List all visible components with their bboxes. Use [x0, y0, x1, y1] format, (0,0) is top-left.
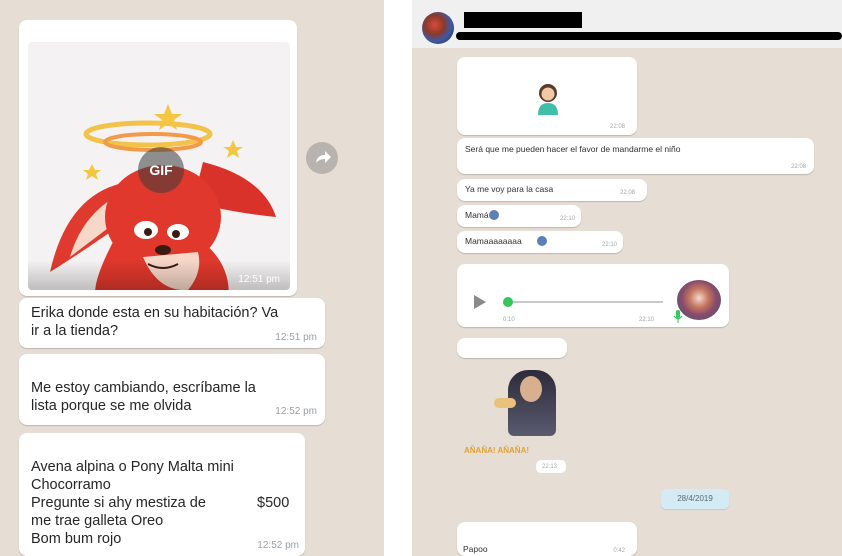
- message-bubble-mamaaa[interactable]: Mamaaaaaaaa 22:10: [457, 231, 623, 253]
- message-text: Mamá: [465, 210, 489, 220]
- gif-message-bubble[interactable]: GIF 12:51 pm: [19, 20, 297, 296]
- message-text: Mamaaaaaaaa: [465, 236, 522, 246]
- gif-time: 12:51 pm: [238, 274, 280, 285]
- contact-status-redacted: [456, 32, 842, 40]
- empty-message-bubble[interactable]: [457, 338, 567, 358]
- message-price: $500: [257, 495, 290, 511]
- crying-emoji-icon: [537, 236, 547, 246]
- contact-name-redacted: [464, 12, 582, 28]
- forward-button[interactable]: [306, 142, 338, 174]
- voice-elapsed: 0:10: [503, 317, 515, 323]
- play-icon[interactable]: [471, 293, 489, 311]
- message-time: 12:51 pm: [275, 332, 317, 343]
- person-face: [520, 376, 542, 402]
- message-time: 22:10: [639, 317, 655, 323]
- message-time: 22:10: [601, 242, 617, 248]
- date-chip-label: 28/4/2019: [677, 494, 713, 503]
- chat-header[interactable]: [412, 0, 842, 48]
- message-text: Avena alpina o Pony Malta mini Chocorram…: [31, 459, 234, 547]
- crying-emoji-icon: [489, 210, 499, 220]
- message-bubble-1[interactable]: Erika donde esta en su habitación? Va ir…: [19, 298, 325, 348]
- gif-preview[interactable]: GIF 12:51 pm: [28, 42, 290, 290]
- message-bubble-casa[interactable]: Ya me voy para la casa 22:08: [457, 179, 647, 201]
- photo-time: 22:13: [542, 464, 558, 470]
- message-time: 22:08: [790, 164, 806, 170]
- voice-progress-handle[interactable]: [503, 297, 513, 307]
- message-time: 22:08: [609, 124, 625, 130]
- woman-emoji-icon: [538, 84, 558, 115]
- message-bubble-long[interactable]: Será que me pueden hacer el favor de man…: [457, 138, 814, 174]
- voice-message-bubble[interactable]: 0:10 22:10: [457, 264, 729, 327]
- message-bubble-last[interactable]: Papoo 0:42: [457, 522, 637, 556]
- message-bubble-3[interactable]: Avena alpina o Pony Malta mini Chocorram…: [19, 433, 305, 556]
- forward-icon: [316, 151, 331, 163]
- message-bubble-mama[interactable]: Mamá 22:10: [457, 205, 581, 227]
- left-chat-panel: GIF 12:51 pm Erika donde esta en su habi…: [0, 0, 384, 556]
- voice-sender-avatar: [677, 280, 721, 320]
- message-text: Me estoy cambiando, escríbame la lista p…: [31, 380, 256, 414]
- contact-avatar[interactable]: [422, 12, 454, 44]
- gif-badge-label: GIF: [149, 162, 173, 178]
- message-text: Papoo: [463, 544, 488, 554]
- message-time: 22:08: [619, 190, 635, 196]
- message-time: 0:42: [613, 548, 625, 554]
- message-text: Erika donde esta en su habitación? Va ir…: [31, 305, 279, 339]
- right-chat-panel: 22:08 Será que me pueden hacer el favor …: [412, 0, 842, 556]
- message-text: Ya me voy para la casa: [465, 184, 554, 194]
- message-time: 12:52 pm: [275, 406, 317, 417]
- message-time: 22:10: [559, 216, 575, 222]
- microphone-icon: [673, 310, 683, 323]
- sticker-message-bubble[interactable]: 22:08: [457, 57, 637, 135]
- voice-progress-track[interactable]: [507, 301, 663, 303]
- raised-hand: [494, 398, 516, 408]
- message-text: Será que me pueden hacer el favor de man…: [465, 144, 681, 154]
- photo-sticker[interactable]: [494, 370, 560, 438]
- message-bubble-2[interactable]: Me estoy cambiando, escríbame la lista p…: [19, 354, 325, 425]
- photo-caption: AÑAÑA! AÑAÑA!: [464, 446, 530, 455]
- message-time: 12:52 pm: [257, 540, 299, 551]
